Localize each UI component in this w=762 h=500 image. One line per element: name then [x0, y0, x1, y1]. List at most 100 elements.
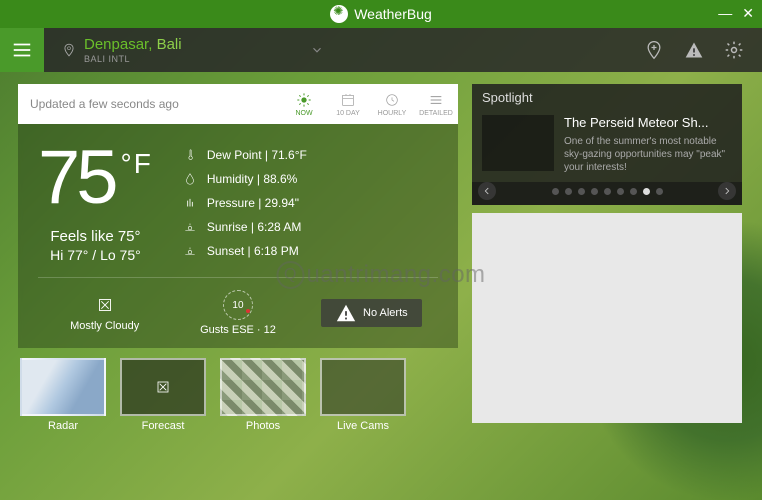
close-button[interactable]: ✕: [742, 6, 754, 20]
spotlight-text: The Perseid Meteor Sh... One of the summ…: [564, 115, 732, 174]
spotlight-thumbnail: [482, 115, 554, 171]
location-city: Denpasar,: [84, 36, 152, 53]
location-region: Bali: [157, 36, 182, 53]
spotlight-title: The Perseid Meteor Sh...: [564, 115, 732, 132]
brand-name: WeatherBug: [354, 6, 432, 22]
detail-dew-point: Dew Point | 71.6°F: [183, 148, 307, 162]
status-row: Mostly Cloudy 10 Gusts ESE · 12 No Alert…: [38, 277, 438, 336]
cloud-icon: [153, 377, 173, 397]
hamburger-icon: [11, 39, 33, 61]
menu-button[interactable]: [0, 28, 44, 72]
spotlight-nav: [472, 182, 742, 205]
current-temperature: 75 °F: [38, 140, 153, 216]
nav-bar: Denpasar, Bali BALI INTL: [0, 28, 762, 72]
thumb-forecast[interactable]: Forecast: [118, 358, 208, 432]
pressure-icon: [183, 196, 197, 210]
content: Updated a few seconds ago NOW 10 DAY HOU…: [0, 72, 762, 444]
temp-value: 75: [38, 140, 115, 216]
compass-icon: 10: [223, 290, 253, 320]
forecast-thumbnail-image: [120, 358, 206, 416]
spotlight-dot[interactable]: [578, 188, 585, 195]
alert-triangle-icon: [335, 302, 357, 324]
livecams-thumbnail-image: [320, 358, 406, 416]
title-bar: WeatherBug — ✕: [0, 0, 762, 28]
spotlight-next-button[interactable]: [718, 182, 736, 200]
main-row: 75 °F Feels like 75° Hi 77° / Lo 75° Dew…: [38, 140, 438, 263]
left-column: Updated a few seconds ago NOW 10 DAY HOU…: [18, 84, 458, 432]
spotlight-dot[interactable]: [630, 188, 637, 195]
alert-triangle-icon[interactable]: [684, 40, 704, 60]
right-column: Spotlight The Perseid Meteor Sh... One o…: [472, 84, 742, 432]
tab-10day[interactable]: 10 DAY: [326, 88, 370, 121]
thumb-livecams[interactable]: Live Cams: [318, 358, 408, 432]
chevron-right-icon: [722, 186, 732, 196]
thumbnails-row: Radar Forecast Photos Live Cams: [18, 358, 458, 432]
tab-now[interactable]: NOW: [282, 88, 326, 121]
location-subtitle: BALI INTL: [84, 54, 182, 65]
spotlight-dot[interactable]: [617, 188, 624, 195]
radar-thumbnail-image: [20, 358, 106, 416]
tab-label: HOURLY: [378, 110, 407, 117]
sun-icon: [296, 92, 312, 108]
status-alerts[interactable]: No Alerts: [305, 299, 438, 327]
spotlight-panel: Spotlight The Perseid Meteor Sh... One o…: [472, 84, 742, 205]
weather-panel: 75 °F Feels like 75° Hi 77° / Lo 75° Dew…: [18, 124, 458, 348]
feels-like: Feels like 75°: [50, 228, 140, 245]
tab-label: NOW: [295, 110, 312, 117]
detail-pressure: Pressure | 29.94": [183, 196, 307, 210]
calendar-icon: [340, 92, 356, 108]
spotlight-desc: One of the summer's most notable sky-gaz…: [564, 135, 732, 174]
spotlight-dot[interactable]: [552, 188, 559, 195]
window-controls: — ✕: [718, 6, 754, 20]
tab-hourly[interactable]: HOURLY: [370, 88, 414, 121]
location-selector[interactable]: Denpasar, Bali BALI INTL: [62, 36, 644, 65]
thumb-radar[interactable]: Radar: [18, 358, 108, 432]
spotlight-dot[interactable]: [565, 188, 572, 195]
thumb-label: Live Cams: [337, 420, 389, 432]
temp-unit: °F: [121, 150, 153, 178]
spotlight-dot[interactable]: [591, 188, 598, 195]
chevron-left-icon: [482, 186, 492, 196]
weather-details: Dew Point | 71.6°F Humidity | 88.6% Pres…: [183, 148, 307, 263]
nav-right: [644, 40, 744, 60]
alerts-label: No Alerts: [363, 307, 408, 319]
detail-sunrise: Sunrise | 6:28 AM: [183, 220, 307, 234]
detail-sunset: Sunset | 6:18 PM: [183, 244, 307, 258]
list-icon: [428, 92, 444, 108]
minimize-button[interactable]: —: [718, 6, 732, 20]
updated-text: Updated a few seconds ago: [30, 97, 282, 111]
clock-icon: [384, 92, 400, 108]
hi-lo: Hi 77° / Lo 75°: [50, 247, 141, 263]
status-gusts: 10 Gusts ESE · 12: [171, 290, 304, 336]
spotlight-dot[interactable]: [656, 188, 663, 195]
ad-placeholder: [472, 213, 742, 423]
spotlight-body[interactable]: The Perseid Meteor Sh... One of the summ…: [472, 111, 742, 182]
sunset-icon: [183, 244, 197, 258]
weatherbug-logo-icon: [330, 5, 348, 23]
temperature-block: 75 °F Feels like 75° Hi 77° / Lo 75°: [38, 140, 153, 263]
sunrise-icon: [183, 220, 197, 234]
condition-label: Mostly Cloudy: [70, 320, 139, 332]
spotlight-dot[interactable]: [643, 188, 650, 195]
thumb-label: Photos: [246, 420, 280, 432]
thumb-label: Radar: [48, 420, 78, 432]
gear-icon[interactable]: [724, 40, 744, 60]
thumb-label: Forecast: [142, 420, 185, 432]
tab-label: DETAILED: [419, 110, 453, 117]
tab-label: 10 DAY: [336, 110, 360, 117]
status-condition: Mostly Cloudy: [38, 294, 171, 332]
detail-humidity: Humidity | 88.6%: [183, 172, 307, 186]
spotlight-prev-button[interactable]: [478, 182, 496, 200]
thumb-photos[interactable]: Photos: [218, 358, 308, 432]
add-location-icon[interactable]: [644, 40, 664, 60]
spotlight-heading: Spotlight: [472, 84, 742, 111]
spotlight-dot[interactable]: [604, 188, 611, 195]
thermometer-icon: [183, 148, 197, 162]
gusts-label: Gusts ESE · 12: [200, 324, 276, 336]
tab-bar: Updated a few seconds ago NOW 10 DAY HOU…: [18, 84, 458, 124]
chevron-down-icon: [310, 43, 324, 57]
photos-thumbnail-image: [220, 358, 306, 416]
tab-detailed[interactable]: DETAILED: [414, 88, 458, 121]
location-text: Denpasar, Bali BALI INTL: [84, 36, 182, 65]
view-tabs: NOW 10 DAY HOURLY DETAILED: [282, 88, 458, 121]
